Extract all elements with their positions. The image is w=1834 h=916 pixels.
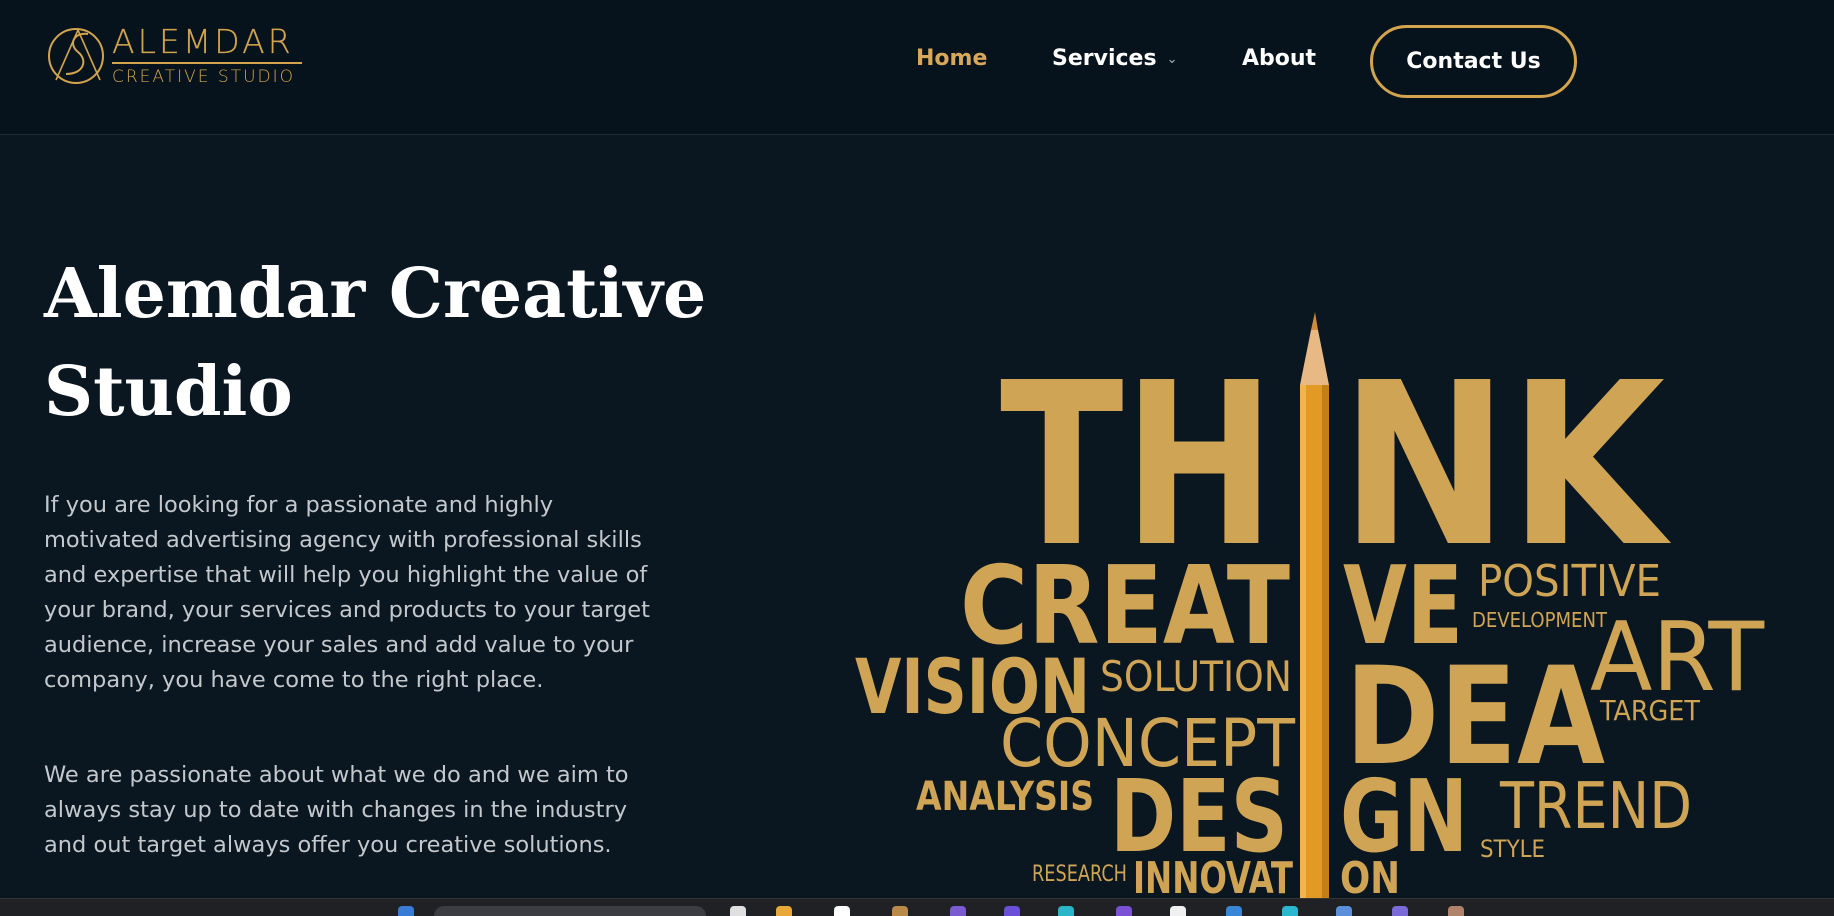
wc-innovat: INNOVAT xyxy=(1133,853,1293,904)
wc-analysis: ANALYSIS xyxy=(916,774,1094,820)
taskbar-app-icon[interactable] xyxy=(1058,906,1074,916)
wc-positive: POSITIVE xyxy=(1478,556,1661,607)
wc-think-left: TH xyxy=(1000,335,1275,597)
wc-concept: CONCEPT xyxy=(1000,705,1296,782)
logo-mark-icon xyxy=(48,28,104,84)
taskbar-app-icon[interactable] xyxy=(1282,906,1298,916)
taskbar-app-icon[interactable] xyxy=(1392,906,1408,916)
taskbar-app-icon[interactable] xyxy=(1226,906,1242,916)
wc-creat: CREAT xyxy=(960,544,1290,669)
wc-style: STYLE xyxy=(1480,835,1545,863)
nav-home[interactable]: Home xyxy=(916,46,987,71)
wc-on: ON xyxy=(1340,853,1400,904)
taskbar-app-icon[interactable] xyxy=(950,906,966,916)
brand-logo[interactable]: ALEMDAR CREATIVE STUDIO xyxy=(48,22,308,92)
wc-solution: SOLUTION xyxy=(1100,652,1292,701)
logo-divider xyxy=(112,62,302,64)
os-taskbar xyxy=(0,898,1834,916)
wc-gn: GN xyxy=(1340,758,1468,875)
wc-target: TARGET xyxy=(1599,694,1701,727)
hero-title-line1: Alemdar Creative xyxy=(44,254,707,334)
wc-trend: TREND xyxy=(1499,770,1692,844)
site-header: ALEMDAR CREATIVE STUDIO Home Services ⌄ A… xyxy=(0,0,1834,135)
hero-title: Alemdar Creative Studio xyxy=(44,245,724,441)
nav-about-label: About xyxy=(1242,46,1317,71)
taskbar-app-icon[interactable] xyxy=(892,906,908,916)
wc-art: ART xyxy=(1590,603,1765,713)
taskbar-app-icon[interactable] xyxy=(1448,906,1464,916)
brand-subtitle: CREATIVE STUDIO xyxy=(112,67,296,87)
taskbar-app-icon[interactable] xyxy=(730,906,746,916)
taskbar-app-icon[interactable] xyxy=(1116,906,1132,916)
wc-research: RESEARCH xyxy=(1032,862,1127,887)
nav-services[interactable]: Services ⌄ xyxy=(1052,46,1177,71)
taskbar-app-icon[interactable] xyxy=(1170,906,1186,916)
chevron-down-icon: ⌄ xyxy=(1166,51,1178,67)
taskbar-search-box[interactable] xyxy=(434,906,706,916)
brand-name: ALEMDAR xyxy=(112,22,294,61)
hero-paragraph-1: If you are looking for a passionate and … xyxy=(44,492,650,693)
pencil-icon xyxy=(1300,312,1329,900)
nav-about[interactable]: About xyxy=(1242,46,1316,71)
nav-services-label: Services xyxy=(1052,46,1157,71)
wc-ve: VE xyxy=(1343,544,1463,669)
wc-des: DES xyxy=(1110,758,1288,875)
wc-development: DEVELOPMENT xyxy=(1472,608,1608,632)
hero-title-line2: Studio xyxy=(44,352,293,432)
taskbar-app-icon[interactable] xyxy=(1004,906,1020,916)
taskbar-app-icon[interactable] xyxy=(776,906,792,916)
wc-vision: VISION xyxy=(855,642,1090,731)
wc-think-right: NK xyxy=(1340,335,1672,597)
nav-home-label: Home xyxy=(916,46,988,71)
start-icon[interactable] xyxy=(398,906,414,916)
taskbar-app-icon[interactable] xyxy=(834,906,850,916)
wc-dea: DEA xyxy=(1345,638,1605,795)
taskbar-app-icon[interactable] xyxy=(1336,906,1352,916)
contact-us-button[interactable]: Contact Us xyxy=(1370,25,1577,98)
hero-paragraph-2: We are passionate about what we do and w… xyxy=(44,762,629,858)
